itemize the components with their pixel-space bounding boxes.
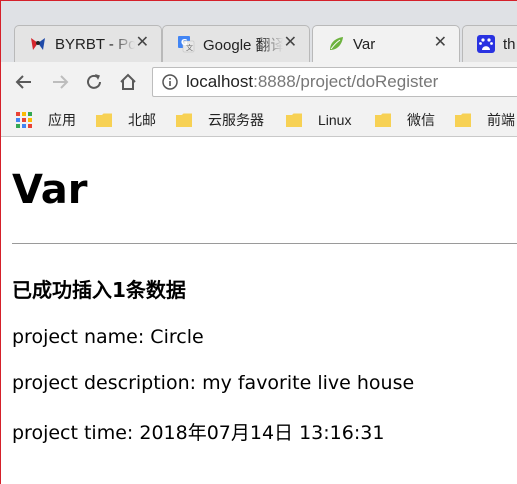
info-icon[interactable] xyxy=(162,74,178,90)
reload-icon xyxy=(87,74,101,89)
byrbt-icon xyxy=(29,35,47,53)
bookmark-label: 微信 xyxy=(407,112,435,128)
close-icon[interactable]: ✕ xyxy=(136,35,149,51)
bookmark-wechat[interactable]: 微信 xyxy=(375,110,435,130)
home-icon xyxy=(120,73,136,90)
bookmark-label: 前端 xyxy=(487,112,515,128)
tab-title: BYRBT - Po xyxy=(55,35,135,53)
window-frame-top xyxy=(0,0,517,1)
spring-leaf-icon xyxy=(327,35,345,53)
bookmark-frontend[interactable]: 前端 xyxy=(455,110,515,130)
bookmark-beiyou[interactable]: 北邮 xyxy=(96,110,156,130)
bookmark-label: 云服务器 xyxy=(208,112,264,128)
svg-text:文: 文 xyxy=(186,43,193,52)
page-title: Var xyxy=(12,167,88,213)
tab-google-translate[interactable]: G 文 Google 翻译 ✕ xyxy=(162,25,310,62)
project-time-line: project time: 2018年07月14日 13:16:31 xyxy=(12,422,385,444)
bookmark-label: Linux xyxy=(318,112,352,128)
close-icon[interactable]: ✕ xyxy=(284,35,297,51)
back-arrow-icon xyxy=(15,75,31,89)
reload-button[interactable] xyxy=(82,70,106,94)
google-translate-icon: G 文 xyxy=(177,35,195,53)
folder-icon xyxy=(455,113,471,127)
folder-icon xyxy=(375,113,391,127)
project-name-line: project name: Circle xyxy=(12,326,204,348)
url-text: localhost:8888/project/doRegister xyxy=(186,72,438,92)
bookmark-cloud-server[interactable]: 云服务器 xyxy=(176,110,264,130)
horizontal-rule xyxy=(12,243,517,244)
project-description-line: project description: my favorite live ho… xyxy=(12,372,415,394)
tab-strip: BYRBT - Po ✕ G 文 Google 翻译 ✕ Var ✕ th xyxy=(0,0,517,62)
url-path: :8888/project/doRegister xyxy=(253,72,439,91)
tab-title: Google 翻译 xyxy=(203,36,283,54)
bookmark-label: 北邮 xyxy=(128,112,156,128)
tab-byrbt[interactable]: BYRBT - Po ✕ xyxy=(14,25,162,62)
bookmark-apps[interactable]: 应用 xyxy=(16,110,76,130)
close-icon[interactable]: ✕ xyxy=(434,35,447,51)
baidu-icon xyxy=(477,35,495,53)
bookmarks-bar: 应用 北邮 云服务器 Linux 微信 前端 xyxy=(0,102,517,137)
address-bar[interactable]: localhost:8888/project/doRegister xyxy=(152,67,517,97)
folder-icon xyxy=(96,113,112,127)
forward-arrow-icon xyxy=(53,75,69,89)
tab-title: th xyxy=(503,35,516,53)
tab-var[interactable]: Var ✕ xyxy=(312,25,460,62)
forward-button[interactable] xyxy=(48,70,72,94)
apps-grid-icon xyxy=(16,112,32,128)
tab-baidu[interactable]: th xyxy=(462,25,517,62)
back-button[interactable] xyxy=(12,70,36,94)
folder-icon xyxy=(176,113,192,127)
browser-toolbar: localhost:8888/project/doRegister xyxy=(0,62,517,102)
tab-title: Var xyxy=(353,35,376,53)
home-button[interactable] xyxy=(116,70,140,94)
window-frame-edge xyxy=(0,0,1,484)
success-message: 已成功插入1条数据 xyxy=(12,278,186,302)
url-host: localhost xyxy=(186,72,254,91)
folder-icon xyxy=(286,113,302,127)
bookmark-label: 应用 xyxy=(48,112,76,128)
bookmark-linux[interactable]: Linux xyxy=(286,110,351,130)
